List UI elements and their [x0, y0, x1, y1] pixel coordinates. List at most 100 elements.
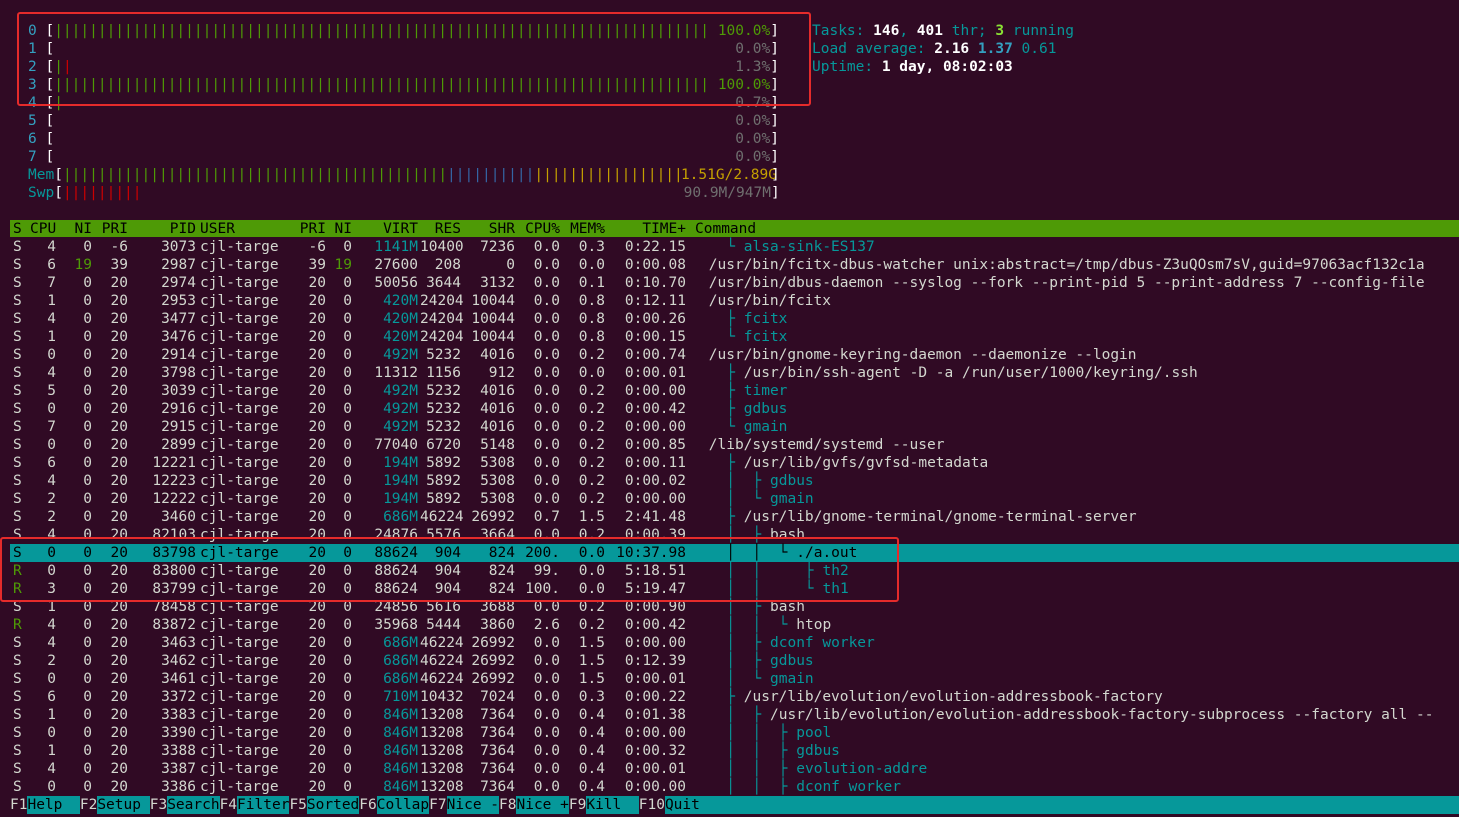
- header-col-ni[interactable]: NI: [65, 220, 92, 238]
- header-col-user[interactable]: USER: [200, 220, 290, 238]
- process-row[interactable]: S 1 0 20 3476 cjl-targe 20 0 420M 24204 10044 0.0 0.…: [10, 328, 1459, 346]
- process-row[interactable]: S 1 0 20 2953 cjl-targe 20 0 420M 24204 10044 0.0 0.…: [10, 292, 1459, 310]
- process-row[interactable]: R 0 0 20 83800 cjl-targe 20 0 88624 904 824 99. 0.0 5…: [10, 562, 1459, 580]
- tree-connector: │ │ ├: [700, 779, 797, 795]
- col-pid: 3386: [161, 779, 196, 795]
- cpu-meter-2: 2 [|| 1.3%]: [28, 58, 779, 76]
- process-row[interactable]: S 1 0 20 3383 cjl-targe 20 0 846M 13208 7364 0.0 0.4…: [10, 706, 1459, 724]
- fkey-label-f8[interactable]: Nice +: [516, 796, 568, 814]
- col-nice: 0: [343, 329, 352, 345]
- col-nice: 0: [343, 419, 352, 435]
- col-res: 13208: [420, 761, 464, 777]
- process-row[interactable]: S 2 0 20 3462 cjl-targe 20 0 686M 46224 26992 0.0 1.…: [10, 652, 1459, 670]
- process-row[interactable]: S 0 0 20 2899 cjl-targe 20 0 77040 6720 5148 0.0 0.2…: [10, 436, 1459, 454]
- process-row[interactable]: S 7 0 20 2915 cjl-targe 20 0 492M 5232 4016 0.0 0.2 0…: [10, 418, 1459, 436]
- header-col-time[interactable]: TIME+: [608, 220, 686, 238]
- col-priority: 20: [308, 311, 326, 327]
- process-row[interactable]: S 0 0 20 3390 cjl-targe 20 0 846M 13208 7364 0.0 0.4…: [10, 724, 1459, 742]
- process-row[interactable]: S 2 0 20 3460 cjl-targe 20 0 686M 46224 26992 0.7 1.…: [10, 508, 1459, 526]
- cpu-index: 2: [28, 59, 37, 75]
- col-user: cjl-targe: [200, 437, 279, 453]
- process-row[interactable]: S 0 0 20 3386 cjl-targe 20 0 846M 13208 7364 0.0 0.4…: [10, 778, 1459, 796]
- header-col-res[interactable]: RES: [420, 220, 461, 238]
- col-user: cjl-targe: [200, 509, 279, 525]
- col-priority: 20: [308, 365, 326, 381]
- cpu-index: 5: [28, 113, 37, 129]
- header-col-mem-percent[interactable]: MEM%: [565, 220, 605, 238]
- process-row[interactable]: S 0 0 20 83798 cjl-targe 20 0 88624 904 824 200. 0.0…: [10, 544, 1459, 562]
- fkey-f6[interactable]: F6: [359, 796, 377, 814]
- fkey-f2[interactable]: F2: [79, 796, 98, 814]
- process-row[interactable]: S 0 0 20 3461 cjl-targe 20 0 686M 46224 26992 0.0 1.…: [10, 670, 1459, 688]
- col-shr: 7364: [480, 743, 515, 759]
- process-row[interactable]: S 1 0 20 3388 cjl-targe 20 0 846M 13208 7364 0.0 0.4…: [10, 742, 1459, 760]
- header-col-state[interactable]: S: [13, 220, 23, 238]
- fkey-label-f3[interactable]: Search: [167, 796, 219, 814]
- fkey-label-f2[interactable]: Setup: [97, 796, 149, 814]
- col-pid: 2899: [161, 437, 196, 453]
- fkey-f4[interactable]: F4: [219, 796, 238, 814]
- col-res: 5232: [426, 401, 461, 417]
- col-mem-percent: 0.2: [578, 419, 605, 435]
- col-pri: 20: [110, 761, 128, 777]
- header-col-pid[interactable]: PID: [138, 220, 196, 238]
- col-pri: 20: [110, 689, 128, 705]
- process-row[interactable]: S 0 0 20 2916 cjl-targe 20 0 492M 5232 4016 0.0 0.2 0…: [10, 400, 1459, 418]
- header-col-cpu[interactable]: CPU: [30, 220, 56, 238]
- col-mem-percent: 0.2: [578, 455, 605, 471]
- process-row[interactable]: R 4 0 20 83872 cjl-targe 20 0 35968 5444 3860 2.6 0.…: [10, 616, 1459, 634]
- process-row[interactable]: R 3 0 20 83799 cjl-targe 20 0 88624 904 824 100. 0.0…: [10, 580, 1459, 598]
- process-row[interactable]: S 4 0 20 12223 cjl-targe 20 0 194M 5892 5308 0.0 0.2…: [10, 472, 1459, 490]
- fkey-f5[interactable]: F5: [289, 796, 307, 814]
- process-row[interactable]: S 5 0 20 3039 cjl-targe 20 0 492M 5232 4016 0.0 0.2 0…: [10, 382, 1459, 400]
- col-nice: 0: [343, 599, 352, 615]
- fkey-f9[interactable]: F9: [568, 796, 587, 814]
- col-user: cjl-targe: [200, 293, 279, 309]
- fkey-label-f7[interactable]: Nice -: [447, 796, 499, 814]
- process-row[interactable]: S 6 0 20 12221 cjl-targe 20 0 194M 5892 5308 0.0 0.2…: [10, 454, 1459, 472]
- col-ni: 0: [83, 401, 92, 417]
- process-row[interactable]: S 4 0 20 3387 cjl-targe 20 0 846M 13208 7364 0.0 0.4…: [10, 760, 1459, 778]
- tree-connector: │ ├: [700, 527, 770, 543]
- col-pid: 2914: [161, 347, 196, 363]
- header-col-pri[interactable]: PRI: [95, 220, 128, 238]
- fkey-f8[interactable]: F8: [499, 796, 517, 814]
- process-row[interactable]: S 6 0 20 3372 cjl-targe 20 0 710M 10432 7024 0.0 0.3…: [10, 688, 1459, 706]
- fkey-label-f6[interactable]: Collap: [377, 796, 429, 814]
- header-col-virt[interactable]: VIRT: [355, 220, 418, 238]
- process-command: th1: [822, 581, 849, 597]
- fkey-f7[interactable]: F7: [429, 796, 447, 814]
- process-row[interactable]: S 4 0 -6 3073 cjl-targe -6 0 1141M 10400 7236 0.0 0.…: [10, 238, 1459, 256]
- process-row[interactable]: S 4 0 20 3477 cjl-targe 20 0 420M 24204 10044 0.0 0.…: [10, 310, 1459, 328]
- fkey-label-f4[interactable]: Filter: [237, 796, 289, 814]
- fkey-f10[interactable]: F10: [638, 796, 665, 814]
- col-priority: 20: [308, 653, 326, 669]
- header-col-command[interactable]: Command: [695, 220, 756, 238]
- fkey-label-f10[interactable]: Quit: [665, 796, 700, 814]
- col-pri: 20: [110, 365, 128, 381]
- header-col-nice[interactable]: NI: [330, 220, 352, 238]
- col-cpu-percent: 0.0: [533, 293, 560, 309]
- process-row[interactable]: S 7 0 20 2974 cjl-targe 20 0 50056 3644 3132 0.0 0.1…: [10, 274, 1459, 292]
- col-user: cjl-targe: [200, 257, 279, 273]
- process-row[interactable]: S 2 0 20 12222 cjl-targe 20 0 194M 5892 5308 0.0 0.2…: [10, 490, 1459, 508]
- header-col-cpu-percent[interactable]: CPU%: [518, 220, 560, 238]
- fkey-label-f1[interactable]: Help: [27, 796, 79, 814]
- col-cpu-percent: 99.: [533, 563, 560, 579]
- col-user: cjl-targe: [200, 491, 279, 507]
- col-shr: 26992: [471, 653, 515, 669]
- process-row[interactable]: S 4 0 20 82103 cjl-targe 20 0 24876 5576 3664 0.0 0.…: [10, 526, 1459, 544]
- process-row[interactable]: S 6 19 39 2987 cjl-targe 39 19 27600 208 0 0.0 0.0 0:…: [10, 256, 1459, 274]
- process-row[interactable]: S 0 0 20 2914 cjl-targe 20 0 492M 5232 4016 0.0 0.2 0…: [10, 346, 1459, 364]
- header-col-priority[interactable]: PRI: [292, 220, 326, 238]
- cpu-meter-1: 1 [0.0%]: [28, 40, 779, 58]
- fkey-f1[interactable]: F1: [10, 796, 28, 814]
- fkey-label-f9[interactable]: Kill: [586, 796, 638, 814]
- process-command: dconf worker: [796, 779, 902, 795]
- process-row[interactable]: S 1 0 20 78458 cjl-targe 20 0 24856 5616 3688 0.0 0.…: [10, 598, 1459, 616]
- process-row[interactable]: S 4 0 20 3463 cjl-targe 20 0 686M 46224 26992 0.0 1.…: [10, 634, 1459, 652]
- header-col-shr[interactable]: SHR: [465, 220, 515, 238]
- fkey-label-f5[interactable]: Sorted: [307, 796, 359, 814]
- process-row[interactable]: S 4 0 20 3798 cjl-targe 20 0 11312 1156 912 0.0 0.0 0…: [10, 364, 1459, 382]
- fkey-f3[interactable]: F3: [149, 796, 168, 814]
